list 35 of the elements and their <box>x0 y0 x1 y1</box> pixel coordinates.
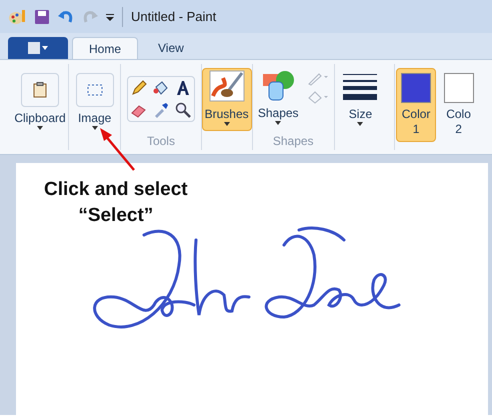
brushes-button[interactable]: Brushes <box>202 68 252 131</box>
dropdown-caret-icon <box>224 122 230 126</box>
clipboard-button[interactable]: Clipboard <box>11 68 69 135</box>
ribbon-tab[interactable]: View <box>142 37 200 59</box>
paint-bucket-icon[interactable] <box>152 80 169 96</box>
clipboard-icon <box>33 82 47 98</box>
pencil-icon[interactable] <box>130 80 147 96</box>
group-label: Shapes <box>272 133 314 150</box>
color-button[interactable]: Color 1 <box>396 68 436 142</box>
magnifier-icon[interactable] <box>174 102 191 118</box>
selection-icon <box>86 84 103 96</box>
dropdown-caret-icon <box>275 121 282 125</box>
save-icon[interactable] <box>34 8 50 24</box>
dropdown-caret-icon <box>357 122 364 126</box>
undo-icon[interactable] <box>58 8 74 24</box>
customize-caret-icon[interactable] <box>106 12 114 20</box>
image-button[interactable]: Image <box>72 68 117 135</box>
annotation-line: Click and select <box>44 178 188 202</box>
shapes-button[interactable]: Shapes <box>258 68 299 125</box>
paint-app-icon <box>8 8 26 24</box>
menu-icon <box>28 42 48 54</box>
ribbon-tab[interactable]: Home <box>72 37 138 59</box>
group-label: Tools <box>146 133 175 150</box>
size-button[interactable]: Size <box>338 68 382 131</box>
window-title: Untitled - Paint <box>131 8 216 26</box>
color-button[interactable]: Colo 2 <box>438 68 479 142</box>
text-tool-icon[interactable] <box>174 80 191 96</box>
color-picker-icon[interactable] <box>152 102 169 118</box>
paintbrush-icon <box>208 70 245 102</box>
shapes-icon <box>261 68 296 102</box>
dropdown-caret-icon <box>92 126 98 130</box>
application-menu-button[interactable] <box>8 37 68 59</box>
line-size-icon <box>342 72 378 100</box>
annotation-line: “Select” <box>78 204 154 228</box>
dropdown-caret-icon <box>37 126 43 130</box>
